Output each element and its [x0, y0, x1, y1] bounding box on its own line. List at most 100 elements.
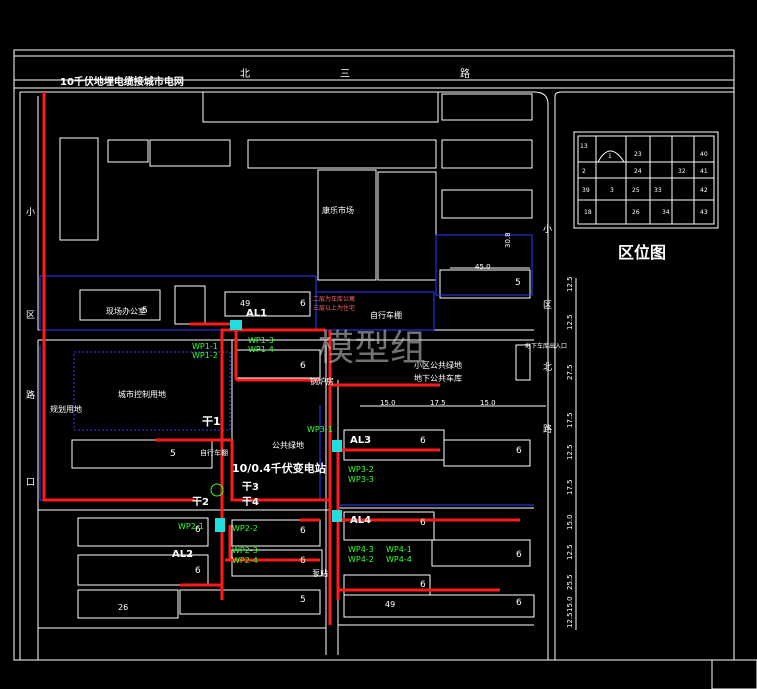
wp4-1: WP4-1: [386, 545, 412, 554]
dim-3: 30.8: [504, 232, 512, 248]
west-road-4: 口: [26, 478, 35, 488]
sign-2: 三层以上为住宅: [313, 304, 355, 312]
bldg-num-2: 6: [300, 299, 306, 309]
panel-al1: AL1: [246, 308, 267, 319]
wp2-4: WP2-4: [232, 556, 258, 565]
parking-reserved-label: 规划用地: [50, 404, 82, 414]
dim-15: 17.5: [566, 412, 574, 428]
keymap-14: 18: [584, 209, 592, 216]
bldg-num-7: 6: [516, 446, 522, 456]
bldg-num-19: 26: [118, 603, 128, 612]
keymap-2: 1: [608, 153, 612, 160]
keymap-12: 33: [654, 187, 662, 194]
dim-7: 12.5: [566, 314, 574, 330]
dim-9: 12.5: [566, 444, 574, 460]
site-plan-drawing: 10千伏地埋电缆接城市电网 北 三 路 小 区 路 口 小 区 北 路 康乐市场…: [13, 49, 757, 689]
wp4-3: WP4-3: [348, 545, 374, 554]
dim-2: 15.0: [380, 399, 396, 407]
pump-label: 泵站: [312, 568, 328, 578]
bldg-num-8: 6: [420, 518, 426, 528]
panel-box-al4: [332, 510, 342, 522]
underground-parking-label: 地下公共车库: [414, 373, 462, 383]
wp3-1: WP3-1: [307, 425, 333, 434]
dim-6: 12.5: [566, 276, 574, 292]
east-road-3: 北: [543, 362, 552, 373]
dim-8: 27.5: [566, 364, 574, 380]
sign-1: 二层为车库公寓: [313, 295, 355, 303]
bldg-num-9: 6: [516, 550, 522, 560]
wp3-2: WP3-2: [348, 465, 374, 474]
wp3-3: WP3-3: [348, 475, 374, 484]
east-road-4: 路: [543, 423, 552, 435]
keymap-6: 24: [634, 168, 642, 175]
boiler-label: 锅炉房: [310, 376, 334, 386]
wp2-2: WP2-2: [232, 524, 258, 533]
bldg-num-13: 6: [300, 556, 306, 566]
dim-16: 12.5: [566, 612, 574, 628]
bldg-num-11: 6: [300, 526, 306, 536]
bike-shed-label: 自行车棚: [370, 310, 402, 320]
wp4-4: WP4-4: [386, 555, 412, 564]
wp1-1: WP1-1: [192, 342, 218, 351]
bldg-num-1: 5: [515, 278, 521, 288]
keymap-17: 43: [700, 209, 708, 216]
keymap-5: 2: [582, 168, 586, 175]
east-road-1: 小: [543, 224, 552, 235]
keymap-13: 42: [700, 187, 708, 194]
keymap-7: 32: [678, 168, 686, 175]
panel-al3: AL3: [350, 435, 371, 446]
panel-box-al1: [230, 320, 242, 330]
keymap-8: 41: [700, 168, 708, 175]
wp2-3: WP2-3: [232, 546, 258, 555]
dim-12: 12.5: [566, 544, 574, 560]
dim-5: 15.0: [480, 399, 496, 407]
panel-box-al3: [332, 440, 342, 452]
bldg-num-10: 6: [195, 525, 201, 535]
wp1-4: WP1-4: [248, 345, 274, 354]
bldg-num-3: 49: [240, 299, 250, 308]
market-label: 康乐市场: [322, 205, 354, 215]
panel-al2: AL2: [172, 549, 193, 560]
north-road-1: 北: [240, 68, 250, 80]
wp1-2: WP1-2: [192, 351, 218, 360]
dim-1: 45.0: [475, 263, 491, 271]
park-green-label: 公共绿地: [272, 440, 304, 450]
keymap-15: 26: [632, 209, 640, 216]
wp1-3: WP1-3: [248, 336, 274, 345]
office-label: 现场办公室: [106, 306, 146, 316]
power-cables: [42, 92, 520, 625]
bldg-num-17: 5: [142, 306, 148, 316]
district-keymap: [573, 131, 719, 229]
transformer-label: 10/0.4千伏变电站: [232, 461, 326, 475]
title-text: 10千伏地埋电缆接城市电网: [60, 75, 184, 88]
bldg-num-12: 6: [195, 566, 201, 576]
trunk-3: 干3: [242, 481, 259, 493]
bike-shed-2-label: 自行车棚: [200, 448, 228, 457]
reserved-land-label: 城市控制用地: [118, 389, 166, 399]
trunk-1: 干1: [202, 415, 221, 428]
keymap-11: 25: [632, 187, 640, 194]
district-map-label: 区位图: [618, 243, 666, 262]
north-road-2: 三: [340, 69, 350, 80]
panel-al4: AL4: [350, 515, 371, 526]
dim-10: 17.5: [566, 479, 574, 495]
east-road-2: 区: [543, 300, 552, 311]
keymap-4: 40: [700, 151, 708, 158]
panel-box-al2: [215, 518, 225, 532]
bldg-num-14: 6: [420, 580, 426, 590]
bldg-num-15: 5: [300, 595, 306, 605]
bldg-num-5: 5: [170, 449, 176, 459]
bldg-num-6: 6: [420, 436, 426, 446]
bldg-num-16: 6: [516, 598, 522, 608]
west-road-1: 小: [26, 207, 35, 218]
west-road-2: 区: [26, 310, 35, 321]
drawing-frame: [13, 49, 757, 689]
keymap-1: 13: [580, 143, 588, 150]
keymap-9: 39: [582, 187, 590, 194]
dim-11: 15.0: [566, 514, 574, 530]
residential-buildings: [71, 344, 535, 619]
keymap-10: 3: [610, 187, 614, 194]
trunk-2: 干2: [192, 496, 209, 508]
bldg-num-4: 6: [300, 361, 306, 371]
dim-4: 17.5: [430, 399, 446, 407]
